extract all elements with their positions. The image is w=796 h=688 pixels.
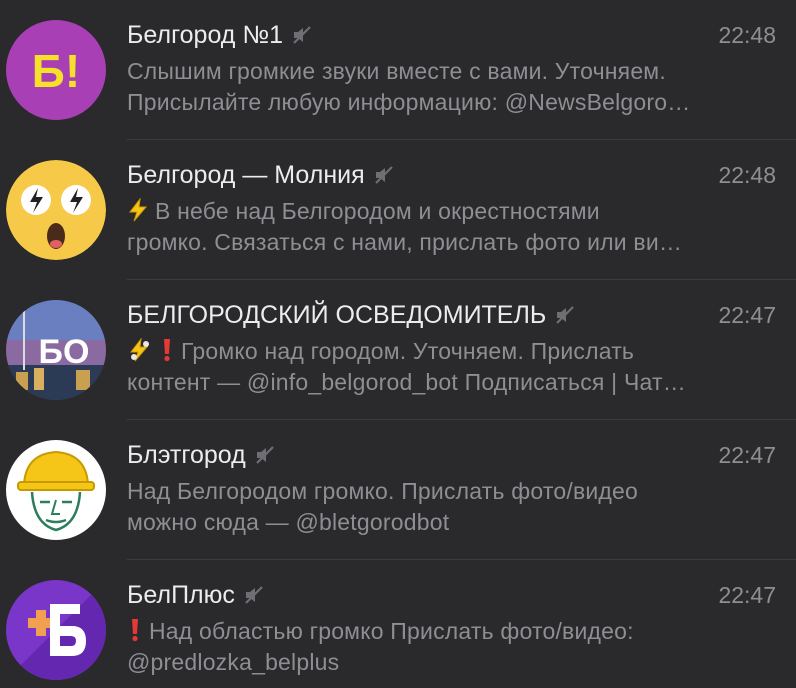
preview-line-2: громко. Связаться с нами, прислать фото … (127, 229, 683, 255)
belplus-logo-icon (6, 580, 106, 680)
hardhat-face-icon (6, 440, 106, 540)
avatar (6, 580, 106, 680)
muted-speaker-icon (374, 166, 393, 184)
chat-title-row: Блэтгород 22:47 (127, 438, 776, 472)
chat-time: 22:47 (718, 302, 776, 328)
chat-time: 22:48 (718, 162, 776, 188)
chat-name: Блэтгород (127, 438, 276, 472)
chat-time: 22:47 (718, 442, 776, 468)
message-preview: Слышим громкие звуки вместе с вами. Уточ… (127, 56, 776, 118)
preview-line-2: @predlozka_belplus (127, 649, 340, 675)
shocked-face-icon (6, 160, 106, 260)
muted-speaker-icon (245, 586, 263, 604)
preview-line-1: Слышим громкие звуки вместе с вами. Уточ… (127, 58, 666, 84)
preview-line-2: можно сюда — @bletgorodbot (127, 509, 450, 535)
message-preview: Громко над городом. Уточняем. Прислать к… (127, 336, 776, 398)
chat-item-bletgorod[interactable]: Блэтгород 22:47 Над Белгородом громко. П… (0, 420, 796, 560)
lightning-emoji-icon (128, 198, 148, 222)
preview-line-2: Присылайте любую информацию: @NewsBelgor… (127, 89, 691, 115)
preview-line-1: Громко над городом. Уточняем. Прислать (127, 336, 776, 367)
chat-time: 22:48 (718, 22, 776, 48)
chat-title-row: Белгород — Молния 22:48 (127, 158, 776, 192)
red-exclamation-icon (132, 619, 138, 642)
avatar: Б! (6, 20, 106, 120)
preview-line-1: В небе над Белгородом и окрестностями (127, 196, 776, 227)
avatar (6, 440, 106, 540)
chat-title-row: Белгород №1 22:48 (127, 18, 776, 52)
chat-time: 22:47 (718, 582, 776, 608)
chat-item-belgorod-molniya[interactable]: Белгород — Молния 22:48 В небе над Белго… (0, 140, 796, 280)
message-preview: Над Белгородом громко. Прислать фото/вид… (127, 476, 776, 538)
chat-item-belgorodskiy-osvedomitel[interactable]: БО БЕЛГОРОДСКИЙ ОСВЕДОМИТЕЛЬ 22:47 Громк… (0, 280, 796, 420)
chat-title-row: БЕЛГОРОДСКИЙ ОСВЕДОМИТЕЛЬ 22:47 (127, 298, 776, 332)
chat-name: Белгород — Молния (127, 158, 395, 192)
muted-speaker-icon (556, 306, 575, 324)
avatar-logo-text: БО (39, 333, 90, 371)
avatar-logo-text: Б! (32, 45, 80, 97)
chat-title-row: БелПлюс 22:47 (127, 578, 776, 612)
chat-item-belplus[interactable]: БелПлюс 22:47 Над областью громко Присла… (0, 560, 796, 688)
avatar: БО (6, 300, 106, 400)
preview-line-2: контент — @info_belgorod_bot Подписаться… (127, 369, 686, 395)
red-exclamation-icon (164, 339, 170, 362)
chat-name: БелПлюс (127, 578, 265, 612)
avatar (6, 160, 106, 260)
chat-name: Белгород №1 (127, 18, 313, 52)
muted-speaker-icon (293, 26, 311, 44)
muted-speaker-icon (255, 446, 274, 464)
chat-list: Б! Белгород №1 22:48 Слышим громкие звук… (0, 0, 796, 688)
preview-line-1: Над Белгородом громко. Прислать фото/вид… (127, 478, 639, 504)
lightning-emoji-icon (129, 338, 149, 362)
preview-line-1: Над областью громко Прислать фото/видео: (127, 616, 776, 647)
message-preview: В небе над Белгородом и окрестностями гр… (127, 196, 776, 258)
chat-item-belgorod-1[interactable]: Б! Белгород №1 22:48 Слышим громкие звук… (0, 0, 796, 140)
chat-name: БЕЛГОРОДСКИЙ ОСВЕДОМИТЕЛЬ (127, 298, 576, 332)
message-preview: Над областью громко Прислать фото/видео:… (127, 616, 776, 678)
